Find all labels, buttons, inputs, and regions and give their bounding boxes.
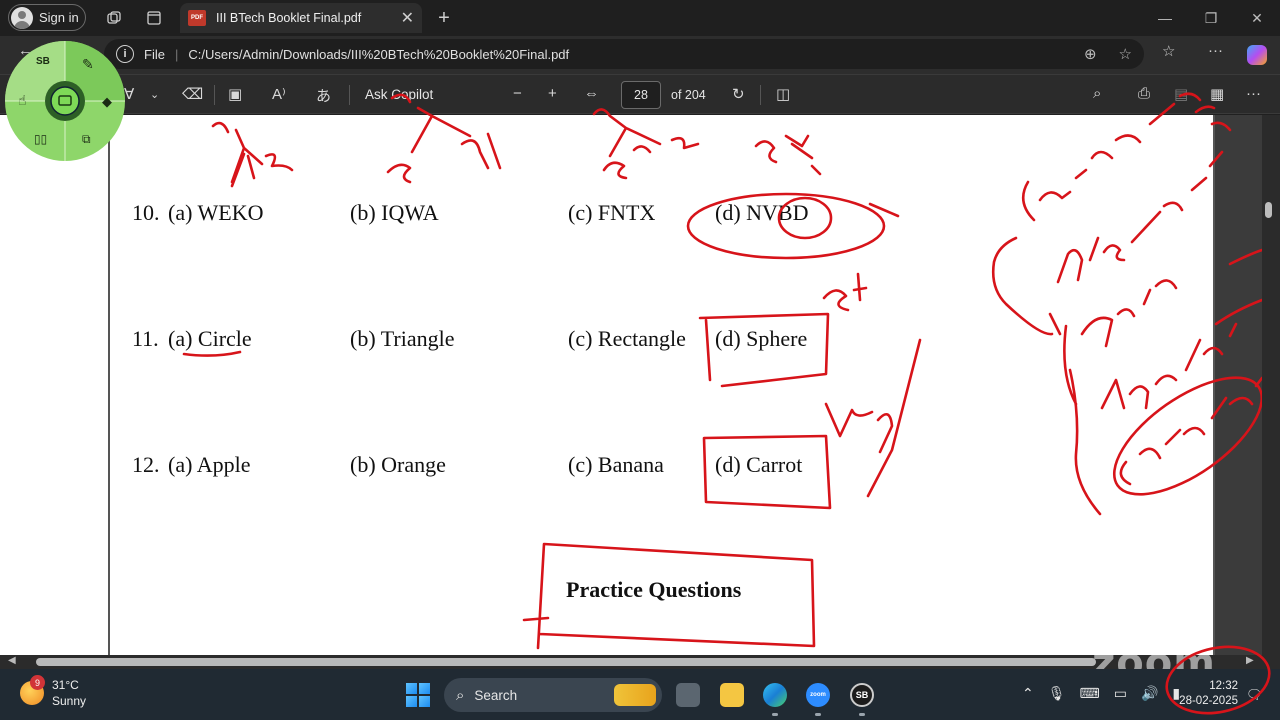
maximize-button[interactable]: ❐: [1188, 4, 1234, 32]
search-label: Search: [474, 687, 518, 703]
address-url[interactable]: C:/Users/Admin/Downloads/III%20BTech%20B…: [188, 47, 569, 62]
taskbar-search[interactable]: ⌕ Search: [444, 678, 662, 712]
browser-title-bar: Sign in PDF III BTech Booklet Final.pdf …: [0, 0, 1280, 36]
pen-radial-menu[interactable]: SB ✎ ☝ ◆ ▯▯ ⧉: [4, 40, 126, 162]
task-view-icon[interactable]: [676, 683, 700, 707]
browser-tab[interactable]: PDF III BTech Booklet Final.pdf ✕: [180, 3, 422, 33]
sb-app-icon[interactable]: SB: [850, 683, 874, 707]
close-window-button[interactable]: ✕: [1234, 4, 1280, 32]
weather-temperature: 31°C: [52, 678, 79, 692]
running-indicator: [772, 713, 778, 716]
address-separator: |: [174, 46, 179, 62]
copilot-icon[interactable]: [1247, 45, 1267, 65]
tab-title: III BTech Booklet Final.pdf: [216, 11, 362, 25]
avatar-icon: [11, 6, 33, 29]
pen-menu-label: SB: [36, 56, 50, 67]
horizontal-scroll-thumb[interactable]: [36, 658, 1096, 666]
volume-icon[interactable]: 🔊: [1141, 685, 1158, 702]
more-menu-icon[interactable]: ···: [1208, 42, 1223, 59]
system-tray: ⌃ 🎙 ⌨ ▭ 🔊 ▮: [1022, 685, 1180, 702]
running-indicator: [815, 713, 821, 716]
eraser-tool-icon[interactable]: ◆: [102, 94, 112, 110]
vertical-scroll-thumb[interactable]: [1265, 202, 1272, 218]
address-row: ← i File | C:/Users/Admin/Downloads/III%…: [0, 36, 1280, 74]
weather-condition: Sunny: [52, 694, 87, 708]
cursor-hand-icon[interactable]: ☝: [18, 92, 27, 109]
whiteboard-icon[interactable]: ▯▯: [34, 132, 47, 146]
ink-annotations: [182, 92, 1264, 650]
pdf-file-icon: PDF: [188, 10, 206, 26]
sign-in-label: Sign in: [39, 10, 79, 25]
minimize-button[interactable]: —: [1142, 4, 1188, 32]
windows-start-icon[interactable]: [406, 683, 430, 707]
address-scheme-label: File: [144, 46, 165, 62]
zoom-page-icon[interactable]: ⊕: [1084, 45, 1097, 63]
network-icon[interactable]: ▭: [1114, 685, 1127, 702]
search-icon: ⌕: [456, 686, 465, 704]
sun-icon: 9: [20, 675, 45, 705]
favorites-icon[interactable]: ☆: [1162, 42, 1175, 60]
tab-actions-icon[interactable]: [140, 4, 168, 32]
workspaces-icon[interactable]: [100, 4, 128, 32]
new-tab-icon[interactable]: +: [430, 4, 458, 32]
running-indicator: [859, 713, 865, 716]
clock-ink-annotation: [1165, 645, 1271, 715]
vertical-scrollbar[interactable]: [1262, 115, 1280, 655]
screenshot-icon[interactable]: ⧉: [82, 132, 91, 147]
file-explorer-icon[interactable]: [720, 683, 744, 707]
zoom-app-icon[interactable]: zoom: [806, 683, 830, 707]
weather-badge: 9: [30, 675, 45, 690]
tray-overflow-icon[interactable]: ⌃: [1022, 685, 1034, 702]
weather-widget[interactable]: 9 31°C Sunny: [20, 675, 87, 709]
search-highlight-icon: [614, 684, 656, 706]
favorite-star-icon[interactable]: ☆: [1119, 45, 1132, 63]
windows-taskbar: 9 31°C Sunny ⌕ Search zoom SB ⌃ 🎙 ⌨ ▭ 🔊 …: [0, 669, 1280, 720]
keyboard-icon[interactable]: ⌨: [1080, 685, 1100, 702]
scroll-left-arrow-icon[interactable]: ◀: [8, 655, 16, 666]
close-tab-icon[interactable]: ✕: [401, 8, 414, 28]
sign-in-button[interactable]: Sign in: [8, 4, 86, 31]
edge-browser-icon[interactable]: [763, 683, 787, 707]
microphone-icon[interactable]: 🎙: [1048, 685, 1066, 702]
pen-icon[interactable]: ✎: [82, 56, 94, 73]
address-bar[interactable]: i File | C:/Users/Admin/Downloads/III%20…: [104, 39, 1144, 69]
